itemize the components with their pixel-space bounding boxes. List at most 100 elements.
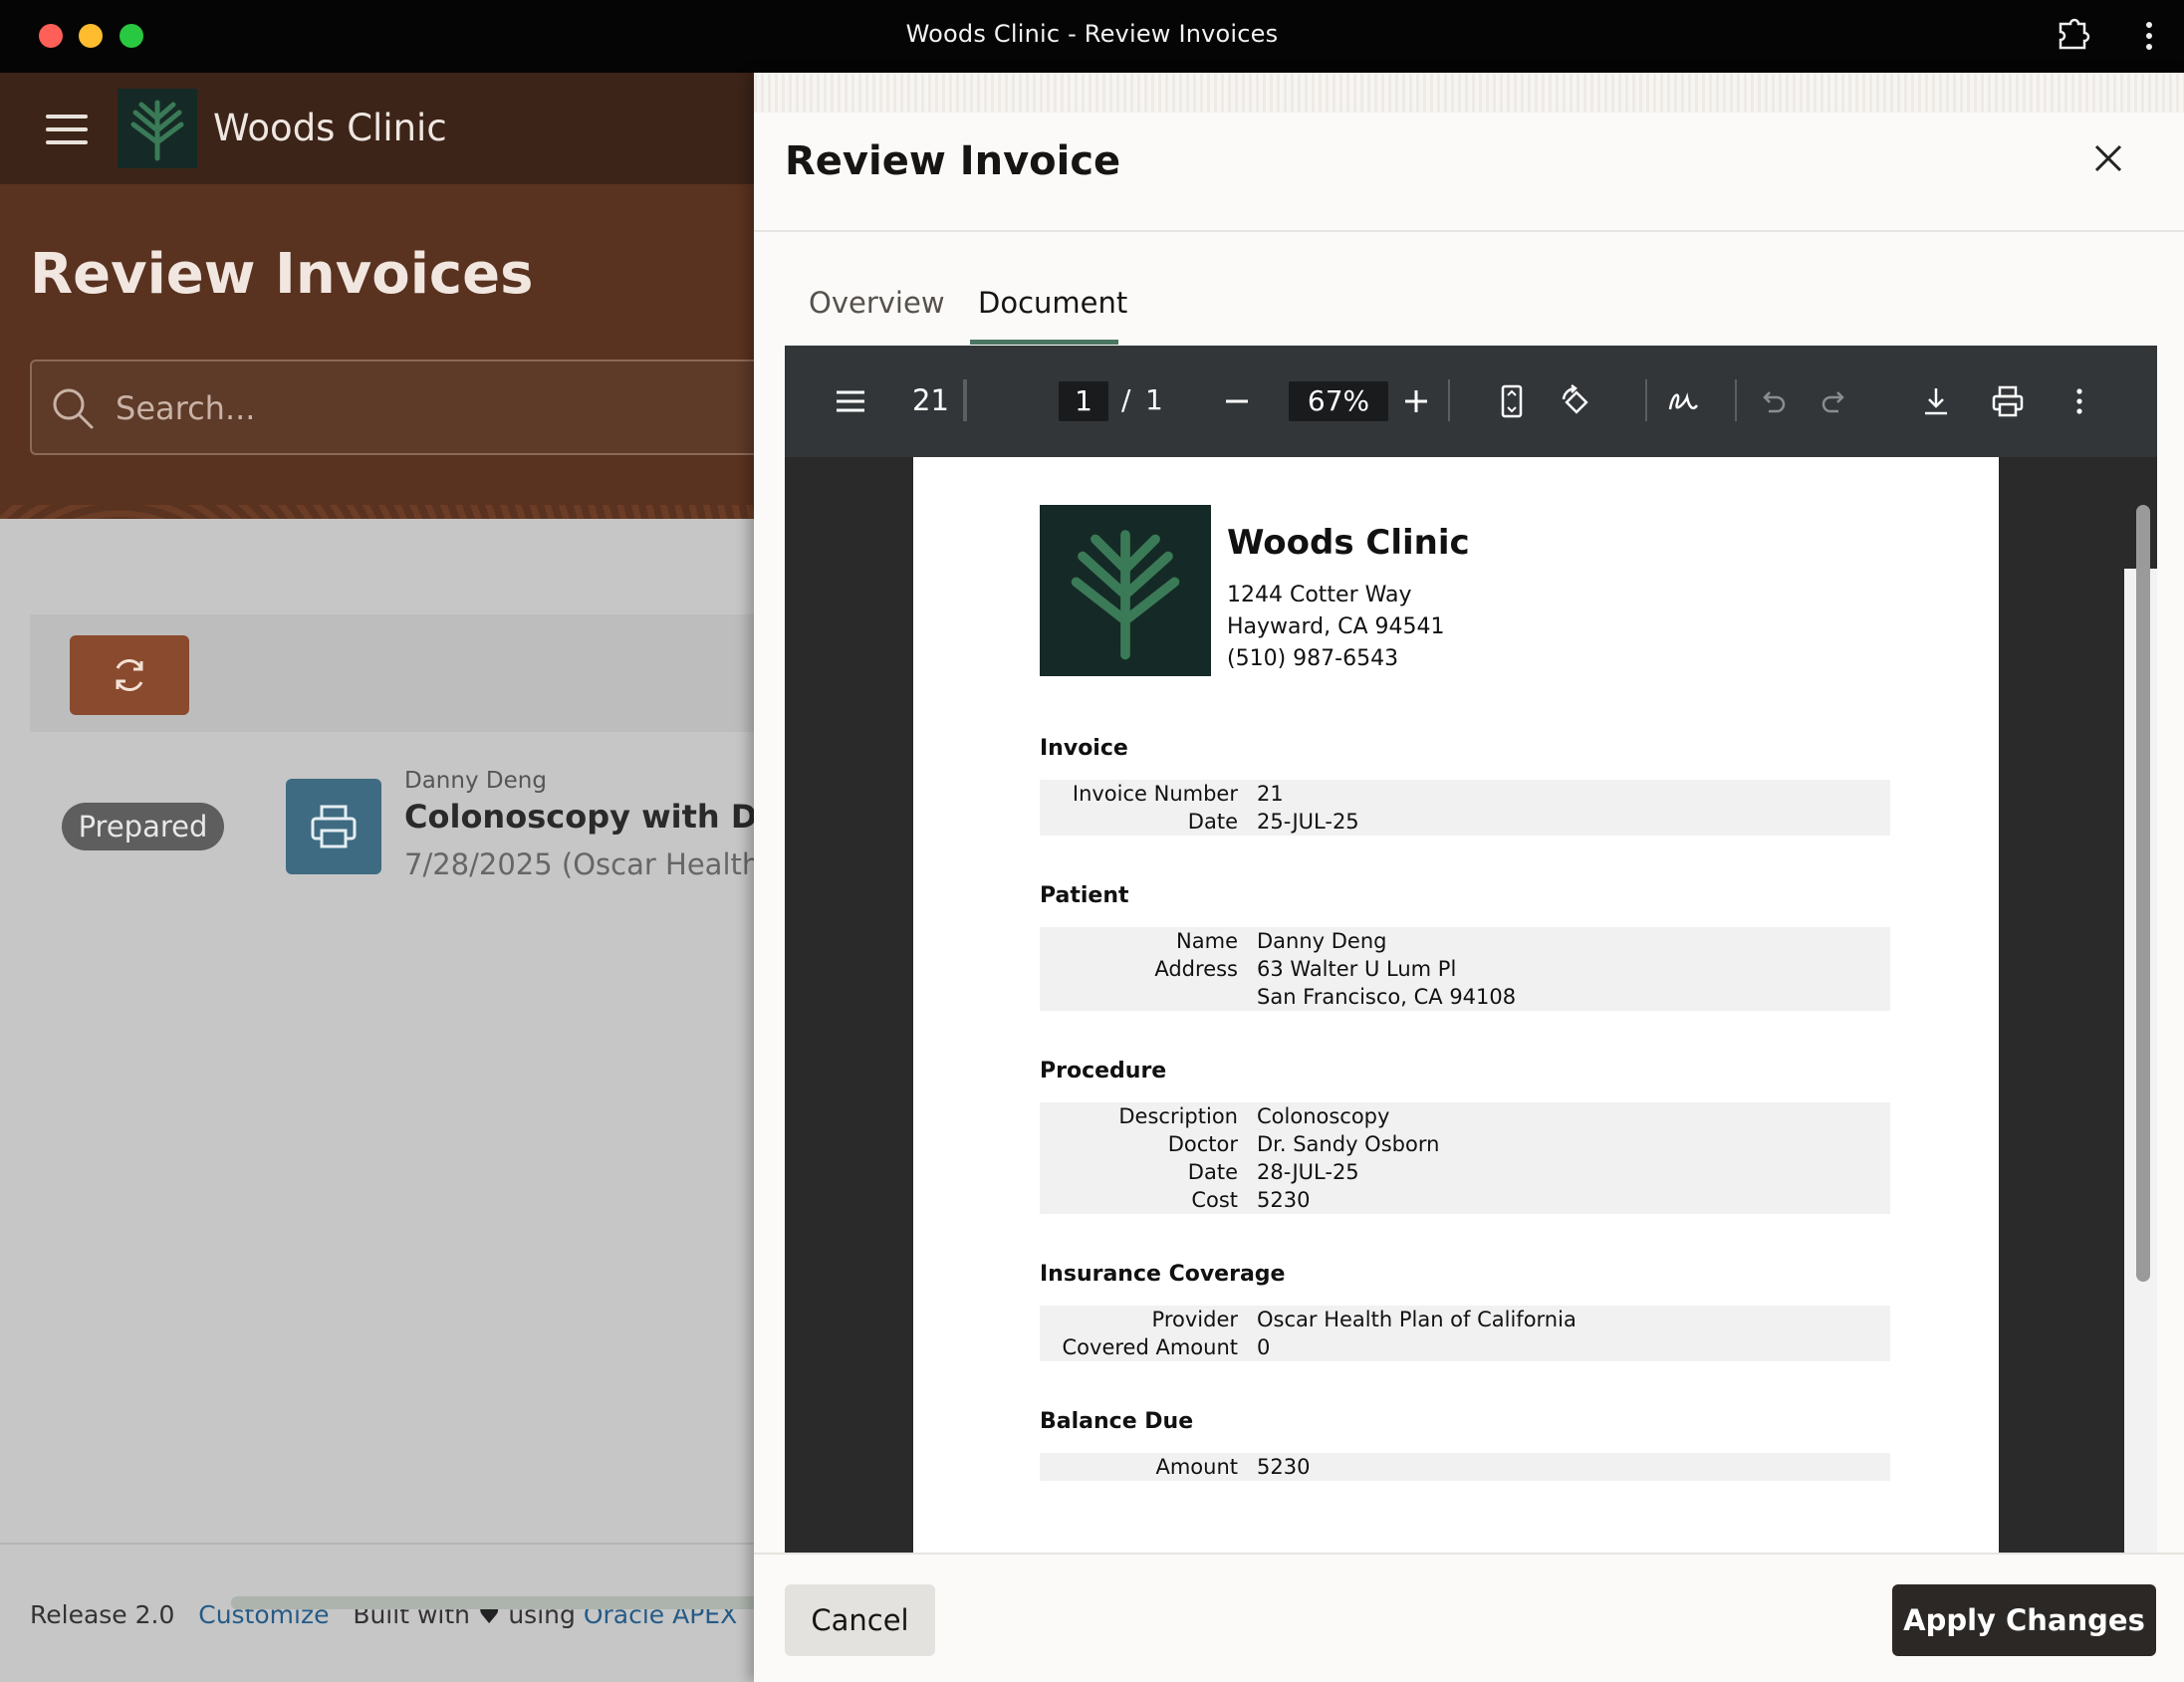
detail-value: 63 Walter U Lum Pl — [1257, 957, 1457, 981]
vertical-scrollbar-thumb[interactable] — [2136, 505, 2150, 1282]
sidebar-menu-icon[interactable] — [833, 383, 868, 419]
search-placeholder: Search... — [116, 389, 256, 427]
detail-value: Colonoscopy — [1257, 1104, 1390, 1128]
print-tile[interactable] — [286, 779, 381, 874]
card-patient-name: Danny Deng — [404, 768, 547, 794]
fit-page-icon[interactable] — [1494, 383, 1530, 419]
redo-icon[interactable] — [1817, 383, 1852, 419]
detail-key: Date — [1187, 810, 1238, 834]
invoice-details: Invoice Number 21 Date 25-JUL-25 — [1040, 780, 1890, 836]
review-invoice-drawer: Review Invoice Overview Document 21 1 / … — [754, 73, 2184, 1682]
pdf-toolbar: 21 1 / 1 67% — [785, 346, 2157, 457]
detail-row: Covered Amount 0 — [1040, 1333, 1890, 1361]
page-number-input[interactable]: 1 — [1059, 381, 1108, 421]
detail-row: Description Colonoscopy — [1040, 1102, 1890, 1130]
detail-value: Oscar Health Plan of California — [1257, 1308, 1577, 1331]
toolbar-divider — [1448, 379, 1450, 421]
undo-icon[interactable] — [1755, 383, 1791, 419]
app-header: Woods Clinic — [0, 73, 757, 184]
detail-key: Address — [1154, 957, 1238, 981]
detail-value: 0 — [1257, 1335, 1271, 1359]
hero-banner: Review Invoices Search... — [0, 184, 757, 519]
document-logo — [1040, 505, 1211, 676]
active-tab-indicator — [970, 340, 1118, 345]
detail-row: Doctor Dr. Sandy Osborn — [1040, 1130, 1890, 1158]
detail-key: Cost — [1191, 1188, 1238, 1212]
section-heading-patient: Patient — [1040, 883, 1129, 908]
detail-value: 5230 — [1257, 1455, 1311, 1479]
drawer-texture — [754, 73, 2184, 113]
app-name: Woods Clinic — [213, 107, 447, 149]
cancel-button[interactable]: Cancel — [785, 1584, 935, 1656]
detail-row: Name Danny Deng — [1040, 927, 1890, 955]
search-input[interactable]: Search... — [30, 360, 757, 455]
card-title[interactable]: Colonoscopy with Dr. S — [404, 798, 757, 836]
detail-key: Invoice Number — [1072, 782, 1238, 806]
page-title: Review Invoices — [30, 242, 534, 307]
section-heading-procedure: Procedure — [1040, 1059, 1167, 1083]
detail-value: Dr. Sandy Osborn — [1257, 1132, 1440, 1156]
menu-icon[interactable] — [46, 115, 88, 144]
detail-value: Danny Deng — [1257, 929, 1387, 953]
detail-key: Doctor — [1167, 1132, 1238, 1156]
rotate-icon[interactable] — [1558, 383, 1593, 419]
pdf-document-title: 21 — [912, 383, 949, 417]
detail-row: Date 28-JUL-25 — [1040, 1158, 1890, 1186]
detail-key: Amount — [1155, 1455, 1238, 1479]
more-vertical-icon[interactable] — [2137, 18, 2161, 54]
download-icon[interactable] — [1918, 383, 1954, 419]
apply-changes-button[interactable]: Apply Changes — [1892, 1584, 2156, 1656]
document-phone: (510) 987-6543 — [1227, 646, 1399, 671]
detail-key: Date — [1187, 1160, 1238, 1184]
tree-logo-icon — [130, 100, 184, 161]
print-icon[interactable] — [1990, 383, 2026, 419]
search-icon — [53, 388, 94, 429]
tab-document[interactable]: Document — [978, 286, 1127, 320]
refresh-button[interactable] — [70, 635, 189, 715]
window-title: Woods Clinic - Review Invoices — [905, 20, 1279, 48]
tree-logo-icon — [1071, 530, 1180, 660]
zoom-level-input[interactable]: 67% — [1289, 381, 1388, 421]
printer-icon — [311, 805, 357, 848]
detail-key: Provider — [1151, 1308, 1238, 1331]
release-label: Release 2.0 — [30, 1600, 175, 1629]
patient-details: Name Danny Deng Address 63 Walter U Lum Pl… — [1040, 927, 1890, 1011]
detail-key: Description — [1118, 1104, 1238, 1128]
section-heading-balance: Balance Due — [1040, 1409, 1194, 1434]
document-clinic-name: Woods Clinic — [1227, 523, 1470, 563]
toolbar-divider-zoom — [964, 379, 966, 421]
app-page: Woods Clinic Review Invoices Search... P… — [0, 73, 757, 1682]
detail-value: 28-JUL-25 — [1257, 1160, 1359, 1184]
close-icon[interactable] — [2088, 138, 2128, 178]
detail-row: Provider Oscar Health Plan of California — [1040, 1306, 1890, 1333]
detail-value: San Francisco, CA 94108 — [1257, 985, 1517, 1009]
page-separator: / — [1121, 383, 1131, 416]
refresh-icon — [116, 658, 143, 692]
status-badge: Prepared — [62, 803, 224, 850]
detail-key: Covered Amount — [1062, 1335, 1238, 1359]
pdf-viewer: 21 1 / 1 67% Woods Clinic 1244 Cotter Wa… — [785, 346, 2157, 1586]
detail-key: Name — [1176, 929, 1238, 953]
section-heading-invoice: Invoice — [1040, 736, 1128, 761]
window-titlebar: Woods Clinic - Review Invoices — [0, 0, 2184, 73]
hero-background — [0, 184, 757, 505]
detail-row: Address 63 Walter U Lum Pl — [1040, 955, 1890, 983]
section-heading-insurance: Insurance Coverage — [1040, 1262, 1286, 1287]
clinic-logo — [118, 89, 197, 168]
card-subtitle: 7/28/2025 (Oscar Health Pla — [404, 847, 757, 881]
detail-row: Amount 5230 — [1040, 1453, 1890, 1481]
zoom-in-icon[interactable] — [1398, 383, 1434, 419]
pdf-page: Woods Clinic 1244 Cotter Way Hayward, CA… — [913, 457, 1999, 1586]
balance-details: Amount 5230 — [1040, 1453, 1890, 1481]
tab-overview[interactable]: Overview — [809, 286, 945, 320]
detail-value: 5230 — [1257, 1188, 1311, 1212]
detail-row: San Francisco, CA 94108 — [1040, 983, 1890, 1011]
page-total: 1 — [1145, 383, 1163, 416]
procedure-details: Description Colonoscopy Doctor Dr. Sandy O… — [1040, 1102, 1890, 1214]
detail-row: Invoice Number 21 — [1040, 780, 1890, 808]
zoom-out-icon[interactable] — [1219, 383, 1255, 419]
more-options-icon[interactable] — [2062, 383, 2097, 419]
draw-icon[interactable] — [1665, 383, 1701, 419]
extension-icon[interactable] — [2055, 16, 2090, 52]
pdf-page-area[interactable]: Woods Clinic 1244 Cotter Way Hayward, CA… — [785, 457, 2157, 1586]
